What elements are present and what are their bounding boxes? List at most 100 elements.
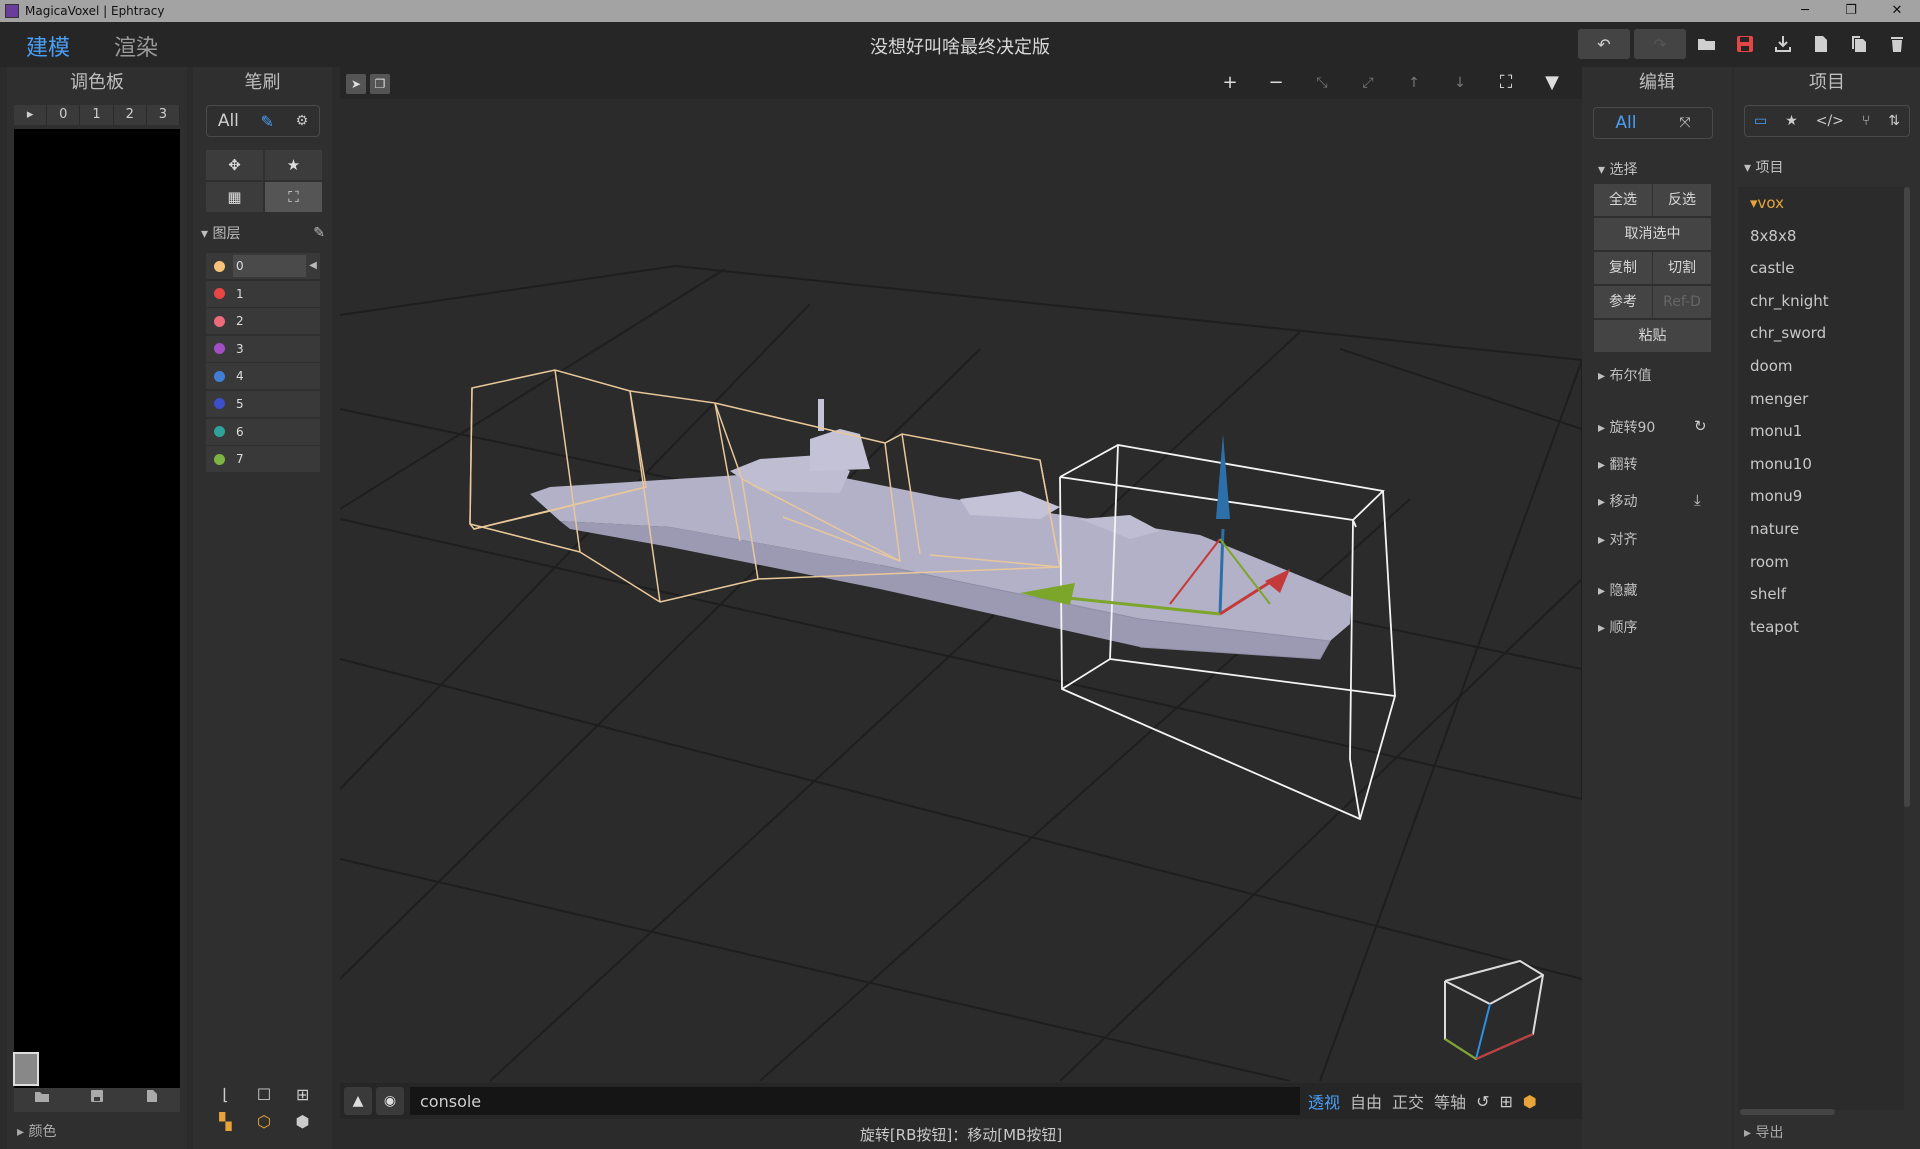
zoom-out-icon[interactable]: − bbox=[1254, 69, 1298, 97]
layer-color-dot[interactable] bbox=[214, 343, 225, 355]
layer-color-dot[interactable] bbox=[214, 398, 225, 410]
layer-name[interactable]: 3 bbox=[233, 338, 306, 360]
list-item[interactable]: monu10 bbox=[1738, 448, 1904, 481]
orientation-cube[interactable] bbox=[1444, 959, 1545, 1061]
list-item[interactable]: shelf bbox=[1738, 578, 1904, 611]
rotate-icon[interactable]: ↻ bbox=[1694, 417, 1707, 435]
layer-color-dot[interactable] bbox=[214, 426, 225, 438]
download-icon[interactable]: ⤓ bbox=[1694, 491, 1701, 509]
cut-button[interactable]: 切割 bbox=[1653, 252, 1711, 284]
section-move[interactable]: ▸ 移动 ⤓ bbox=[1598, 491, 1701, 511]
layer-row[interactable]: 2 bbox=[206, 308, 320, 335]
shrink-icon[interactable]: ⤡ bbox=[1300, 69, 1344, 97]
layer-visibility-icon[interactable] bbox=[306, 393, 320, 415]
layer-name[interactable]: 1 bbox=[233, 283, 306, 305]
list-item[interactable]: castle bbox=[1738, 252, 1904, 285]
view-mode-free[interactable]: 自由 bbox=[1350, 1089, 1382, 1113]
layer-name[interactable]: 2 bbox=[233, 310, 306, 332]
save-button[interactable] bbox=[1728, 29, 1762, 59]
palette-tab-2[interactable]: 2 bbox=[113, 105, 147, 125]
duplicate-button[interactable] bbox=[1842, 29, 1876, 59]
horizontal-scrollbar[interactable] bbox=[1740, 1109, 1835, 1115]
palette-save-button[interactable] bbox=[69, 1088, 124, 1112]
palette-tab-0[interactable]: 0 bbox=[47, 105, 81, 125]
star-icon[interactable]: ★ bbox=[1785, 113, 1798, 129]
layer-row[interactable]: 4 bbox=[206, 363, 320, 390]
arrow-down-icon[interactable]: ↓ bbox=[1438, 69, 1482, 97]
layer-visibility-icon[interactable] bbox=[306, 421, 320, 443]
layer-visibility-icon[interactable]: ◀ bbox=[306, 255, 320, 277]
dropdown-icon[interactable]: ▼ bbox=[1530, 69, 1574, 97]
layer-color-dot[interactable] bbox=[214, 315, 225, 327]
fit-icon[interactable]: ⛶ bbox=[1484, 69, 1528, 97]
zoom-in-icon[interactable]: + bbox=[1208, 69, 1252, 97]
folder-icon[interactable]: ▭ bbox=[1754, 113, 1767, 129]
3d-viewport[interactable]: ➤ ❐ + − ⤡ ⤢ ↑ ↓ ⛶ ▼ bbox=[340, 67, 1582, 1081]
brush-settings-icon[interactable]: ⚙ bbox=[296, 113, 309, 129]
palette-tab-1[interactable]: 1 bbox=[80, 105, 114, 125]
delete-button[interactable] bbox=[1880, 29, 1914, 59]
layer-row[interactable]: 1 bbox=[206, 280, 320, 307]
tab-render[interactable]: 渲染 bbox=[114, 30, 158, 62]
layer-visibility-icon[interactable] bbox=[306, 338, 320, 360]
view-mode-iso[interactable]: 等轴 bbox=[1434, 1089, 1466, 1113]
view-mode-ortho[interactable]: 正交 bbox=[1392, 1089, 1424, 1113]
project-folder[interactable]: ▾vox bbox=[1738, 187, 1904, 220]
move-tool-icon[interactable]: ✥ bbox=[206, 150, 263, 180]
section-flip[interactable]: ▸ 翻转 bbox=[1598, 454, 1637, 474]
expand-icon[interactable]: ⤢ bbox=[1346, 69, 1390, 97]
invert-selection-button[interactable]: 反选 bbox=[1653, 184, 1711, 216]
list-item[interactable]: 8x8x8 bbox=[1738, 220, 1904, 253]
section-rotate90[interactable]: ▸ 旋转90 ↻ bbox=[1598, 417, 1707, 437]
layer-visibility-icon[interactable] bbox=[306, 365, 320, 387]
list-item[interactable]: chr_knight bbox=[1738, 285, 1904, 318]
list-item[interactable]: nature bbox=[1738, 513, 1904, 546]
paint-brush-icon[interactable]: ✎ bbox=[261, 112, 274, 131]
sort-icon[interactable]: ⇅ bbox=[1888, 113, 1900, 129]
branch-icon[interactable]: ⑂ bbox=[1862, 113, 1870, 129]
expand-icon[interactable]: ⤧ bbox=[1679, 115, 1690, 131]
section-boolean[interactable]: ▸ 布尔值 bbox=[1598, 365, 1651, 385]
list-item[interactable]: doom bbox=[1738, 350, 1904, 383]
current-color-swatch[interactable] bbox=[13, 1052, 39, 1086]
palette-new-button[interactable] bbox=[125, 1088, 180, 1112]
square-icon[interactable]: ☐ bbox=[245, 1085, 284, 1104]
copy-button[interactable]: 复制 bbox=[1594, 252, 1652, 284]
project-section[interactable]: ▾ 项目 bbox=[1744, 157, 1783, 177]
redo-button[interactable]: ↷ bbox=[1634, 29, 1686, 59]
palette-tab-3[interactable]: 3 bbox=[146, 105, 181, 125]
section-order[interactable]: ▸ 顺序 bbox=[1598, 617, 1637, 637]
list-item[interactable]: menger bbox=[1738, 383, 1904, 416]
export-section[interactable]: ▸ 导出 bbox=[1744, 1122, 1783, 1142]
cube-icon[interactable]: ⬢ bbox=[1523, 1092, 1537, 1111]
code-icon[interactable]: </> bbox=[1816, 113, 1844, 129]
reference-button[interactable]: 参考 bbox=[1594, 286, 1652, 318]
arrow-up-icon[interactable]: ↑ bbox=[1392, 69, 1436, 97]
list-item[interactable]: room bbox=[1738, 546, 1904, 579]
open-button[interactable] bbox=[1690, 29, 1724, 59]
deselect-button[interactable]: 取消选中 bbox=[1594, 218, 1711, 250]
layer-color-dot[interactable] bbox=[214, 370, 225, 382]
export-button[interactable] bbox=[1766, 29, 1800, 59]
layer-row[interactable]: 3 bbox=[206, 335, 320, 362]
layer-row[interactable]: 7 bbox=[206, 446, 320, 473]
edit-mode-all[interactable]: All bbox=[1615, 113, 1636, 133]
layer-name[interactable]: 5 bbox=[233, 393, 306, 415]
layer-color-dot[interactable] bbox=[214, 260, 225, 272]
list-item[interactable]: monu9 bbox=[1738, 480, 1904, 513]
copy-mode-icon[interactable]: ❐ bbox=[370, 74, 390, 94]
palette-open-button[interactable] bbox=[14, 1088, 69, 1112]
section-hide[interactable]: ▸ 隐藏 bbox=[1598, 580, 1637, 600]
section-align[interactable]: ▸ 对齐 bbox=[1598, 529, 1637, 549]
layer-name[interactable]: 7 bbox=[233, 448, 306, 470]
vertical-scrollbar[interactable] bbox=[1904, 187, 1910, 807]
minimize-button[interactable]: ─ bbox=[1782, 0, 1828, 22]
layer-name[interactable]: 0 bbox=[233, 255, 306, 277]
select-box-tool-icon[interactable]: ⛶ bbox=[265, 182, 322, 212]
cube-outline-icon[interactable]: ⬢ bbox=[283, 1112, 322, 1131]
layer-color-dot[interactable] bbox=[214, 288, 225, 300]
layer-name[interactable]: 4 bbox=[233, 365, 306, 387]
layout-icon[interactable]: ⊞ bbox=[1499, 1092, 1512, 1111]
layers-toggle[interactable]: ▾ 图层 bbox=[201, 223, 240, 243]
palette-tab-expand[interactable]: ▸ bbox=[14, 105, 48, 125]
